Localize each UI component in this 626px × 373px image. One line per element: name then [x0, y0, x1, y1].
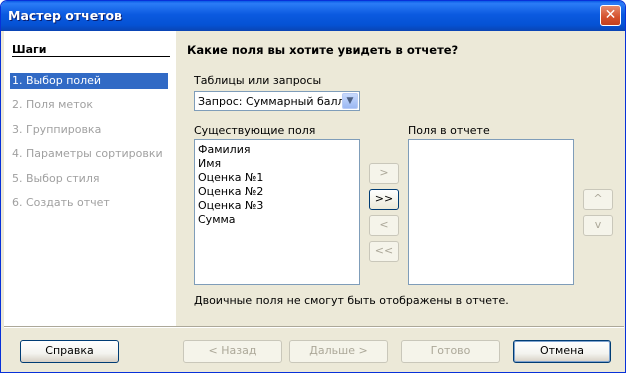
step-create-report[interactable]: 6. Создать отчет [10, 195, 168, 211]
chevron-down-icon[interactable]: ▼ [342, 93, 358, 109]
move-up-button[interactable]: ^ [583, 189, 613, 210]
tables-dropdown-value: Запрос: Суммарный балл [198, 95, 345, 108]
list-item[interactable]: Оценка №3 [195, 199, 359, 213]
remove-all-fields-button[interactable]: << [369, 241, 399, 262]
add-all-fields-button[interactable]: >> [369, 189, 399, 210]
page-heading: Какие поля вы хотите увидеть в отчете? [187, 43, 459, 57]
add-field-button[interactable]: > [369, 163, 399, 184]
step-grouping[interactable]: 3. Группировка [10, 122, 168, 138]
move-down-button[interactable]: v [583, 215, 613, 236]
tables-dropdown[interactable]: Запрос: Суммарный балл ▼ [194, 91, 360, 111]
cancel-button[interactable]: Отмена [513, 340, 611, 363]
steps-sidebar: Шаги 1. Выбор полей 2. Поля меток 3. Гру… [4, 31, 176, 326]
step-label-fields[interactable]: 2. Поля меток [10, 97, 168, 113]
back-button[interactable]: < Назад [183, 340, 282, 363]
report-fields-label: Поля в отчете [408, 124, 490, 137]
tables-label: Таблицы или запросы [194, 74, 322, 87]
remove-field-button[interactable]: < [369, 215, 399, 236]
list-item[interactable]: Сумма [195, 213, 359, 227]
step-sort-options[interactable]: 4. Параметры сортировки [10, 146, 168, 162]
next-button[interactable]: Дальше > [289, 340, 388, 363]
steps-divider [12, 56, 170, 57]
footer-divider-highlight [4, 327, 624, 328]
title-bar[interactable]: Мастер отчетов ✕ [1, 1, 625, 31]
report-wizard-window: Мастер отчетов ✕ Шаги 1. Выбор полей 2. … [0, 0, 626, 373]
report-fields-list[interactable] [408, 139, 574, 285]
finish-button[interactable]: Готово [401, 340, 500, 363]
list-item[interactable]: Имя [195, 157, 359, 171]
steps-title: Шаги [12, 43, 47, 56]
wizard-content: Какие поля вы хотите увидеть в отчете? Т… [176, 31, 625, 326]
step-choose-layout[interactable]: 5. Выбор стиля [10, 171, 168, 187]
list-item[interactable]: Фамилия [195, 143, 359, 157]
binary-fields-note: Двоичные поля не смогут быть отображены … [194, 294, 509, 307]
close-button[interactable]: ✕ [600, 5, 621, 26]
list-item[interactable]: Оценка №1 [195, 171, 359, 185]
help-button[interactable]: Справка [20, 340, 119, 363]
existing-fields-label: Существующие поля [194, 124, 316, 137]
list-item[interactable]: Оценка №2 [195, 185, 359, 199]
existing-fields-list[interactable]: Фамилия Имя Оценка №1 Оценка №2 Оценка №… [194, 139, 360, 285]
step-select-fields[interactable]: 1. Выбор полей [10, 73, 168, 89]
window-title: Мастер отчетов [8, 8, 122, 23]
